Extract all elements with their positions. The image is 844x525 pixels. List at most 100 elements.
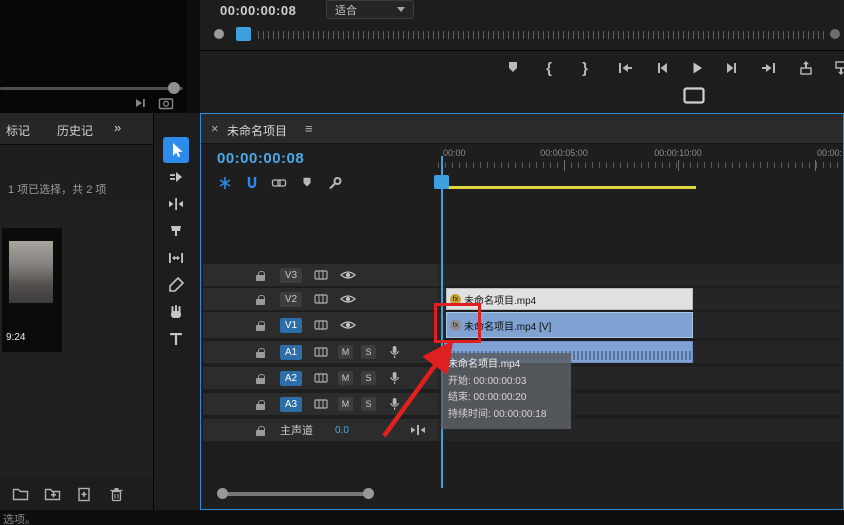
clip-v2[interactable]: fx 未命名项目.mp4 [446,288,693,310]
zoom-scrollbar-handle[interactable] [168,82,180,94]
playhead-grabber[interactable] [434,175,449,189]
close-icon[interactable]: × [211,121,219,136]
track-header-v2[interactable]: V2 [203,288,438,310]
track-lane-v3[interactable] [438,264,842,286]
track-target-button[interactable]: V2 [280,292,302,307]
delete-button[interactable] [106,485,126,503]
timeline-settings-button[interactable] [325,173,345,193]
voiceover-mic-icon[interactable] [388,345,401,359]
step-icon[interactable] [134,97,147,109]
tab-history[interactable]: 历史记 [57,122,93,139]
lock-icon[interactable] [253,346,267,359]
add-marker-button-timeline[interactable] [297,173,317,193]
mute-button[interactable]: M [338,397,353,411]
program-monitor-panel: 00:00:00:08 适合 { } [200,0,844,113]
monitor-mini-ruler[interactable] [258,31,828,39]
sync-lock-icon[interactable] [314,346,328,358]
monitor-zoom-handle-left[interactable] [214,29,224,39]
track-target-button[interactable]: V1 [280,318,302,333]
zoom-level-dropdown[interactable]: 适合 [326,0,414,19]
pan-icon[interactable] [410,423,426,437]
track-header-v1[interactable]: V1 [203,312,438,338]
play-button[interactable] [685,56,709,80]
track-target-button[interactable]: A3 [280,397,302,412]
new-bin-button[interactable] [42,485,62,503]
new-item-button[interactable] [74,485,94,503]
sync-lock-icon[interactable] [314,319,328,331]
step-back-button[interactable] [650,56,674,80]
timeline-tab-title[interactable]: 未命名项目 [227,122,287,139]
lock-icon[interactable] [253,398,267,411]
hand-tool-button[interactable] [163,299,189,325]
linked-selection-button[interactable] [269,173,289,193]
mark-in-button[interactable]: { [537,56,561,80]
hscroll-handle-left[interactable] [217,488,228,499]
track-target-button[interactable]: A2 [280,371,302,386]
clip-v1[interactable]: fx 未命名项目.mp4 [V] [446,312,693,338]
selection-tool-button[interactable] [163,137,189,163]
time-ruler[interactable]: 00:00 00:00:05:00 00:00:10:00 00:00:15 [438,144,842,171]
sync-lock-icon[interactable] [314,293,328,305]
snap-button[interactable] [242,173,262,193]
program-timecode[interactable]: 00:00:00:08 [220,3,296,18]
lock-icon[interactable] [253,319,267,332]
divider [200,50,844,51]
monitor-zoom-handle-right[interactable] [830,29,840,39]
solo-button[interactable]: S [361,397,376,411]
mute-button[interactable]: M [338,371,353,385]
track-target-button[interactable]: A1 [280,345,302,360]
lock-icon[interactable] [253,293,267,306]
lock-icon[interactable] [253,372,267,385]
timeline-timecode[interactable]: 00:00:00:08 [217,150,304,167]
solo-button[interactable]: S [361,345,376,359]
master-level-value[interactable]: 0.0 [335,425,349,436]
track-header-a3[interactable]: A3 M S [203,393,438,415]
mark-out-button[interactable]: } [573,56,597,80]
hscroll-thumb[interactable] [222,492,369,496]
razor-tool-button[interactable] [163,218,189,244]
track-header-a2[interactable]: A2 M S [203,367,438,389]
lift-button[interactable] [794,56,818,80]
voiceover-mic-icon[interactable] [388,371,401,385]
go-to-out-button[interactable] [757,56,781,80]
track-header-v3[interactable]: V3 [203,264,438,286]
mute-button[interactable]: M [338,345,353,359]
hscroll-handle-right[interactable] [363,488,374,499]
go-to-in-button[interactable] [613,56,637,80]
track-header-a1[interactable]: A1 M S [203,341,438,363]
export-frame-button[interactable] [682,85,706,105]
slip-tool-button[interactable] [163,245,189,271]
ripple-edit-tool-button[interactable] [163,191,189,217]
toggle-output-eye-icon[interactable] [340,294,356,304]
type-tool-button[interactable] [163,326,189,352]
insert-nest-button[interactable] [215,173,235,193]
sync-lock-icon[interactable] [314,269,328,281]
lock-icon[interactable] [253,269,267,282]
step-forward-button[interactable] [720,56,744,80]
tab-markers[interactable]: 标记 [6,122,30,139]
play-icon [689,60,705,76]
camera-icon[interactable] [158,96,174,110]
go-to-in-icon [617,60,633,76]
toggle-output-eye-icon[interactable] [340,320,356,330]
lock-icon[interactable] [253,424,267,437]
tab-overflow-chevrons[interactable]: » [114,120,121,135]
toggle-output-eye-icon[interactable] [340,270,356,280]
pen-tool-button[interactable] [163,272,189,298]
track-target-button[interactable]: V3 [280,268,302,283]
track-select-forward-tool-button[interactable] [163,164,189,190]
zoom-scrollbar[interactable] [0,87,183,90]
sync-lock-icon[interactable] [314,398,328,410]
panel-menu-icon[interactable]: ≡ [305,121,313,136]
add-marker-button[interactable] [501,56,525,80]
solo-button[interactable]: S [361,371,376,385]
sync-lock-icon[interactable] [314,372,328,384]
master-track-label: 主声道 [280,422,313,438]
track-header-master[interactable]: 主声道 0.0 [203,419,438,441]
voiceover-mic-icon[interactable] [388,397,401,411]
extract-button[interactable] [829,56,844,80]
timeline-tab-strip: × 未命名项目 ≡ [201,114,843,144]
monitor-playhead-thumb[interactable] [236,27,251,41]
new-folder-button[interactable] [10,485,30,503]
project-item-thumbnail[interactable]: 9:24 [2,228,62,352]
